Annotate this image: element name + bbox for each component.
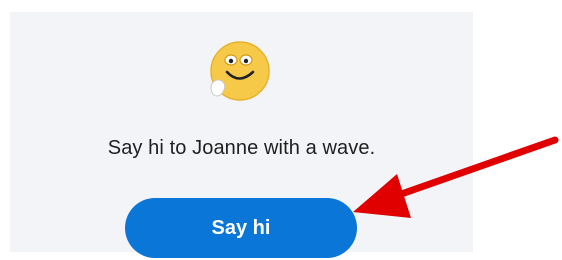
screenshot-canvas: Say hi to Joanne with a wave. Say hi <box>0 0 562 260</box>
wave-emoji-icon <box>210 41 270 101</box>
say-hi-button[interactable]: Say hi <box>125 198 357 258</box>
red-arrow-annotation-icon <box>353 136 559 218</box>
